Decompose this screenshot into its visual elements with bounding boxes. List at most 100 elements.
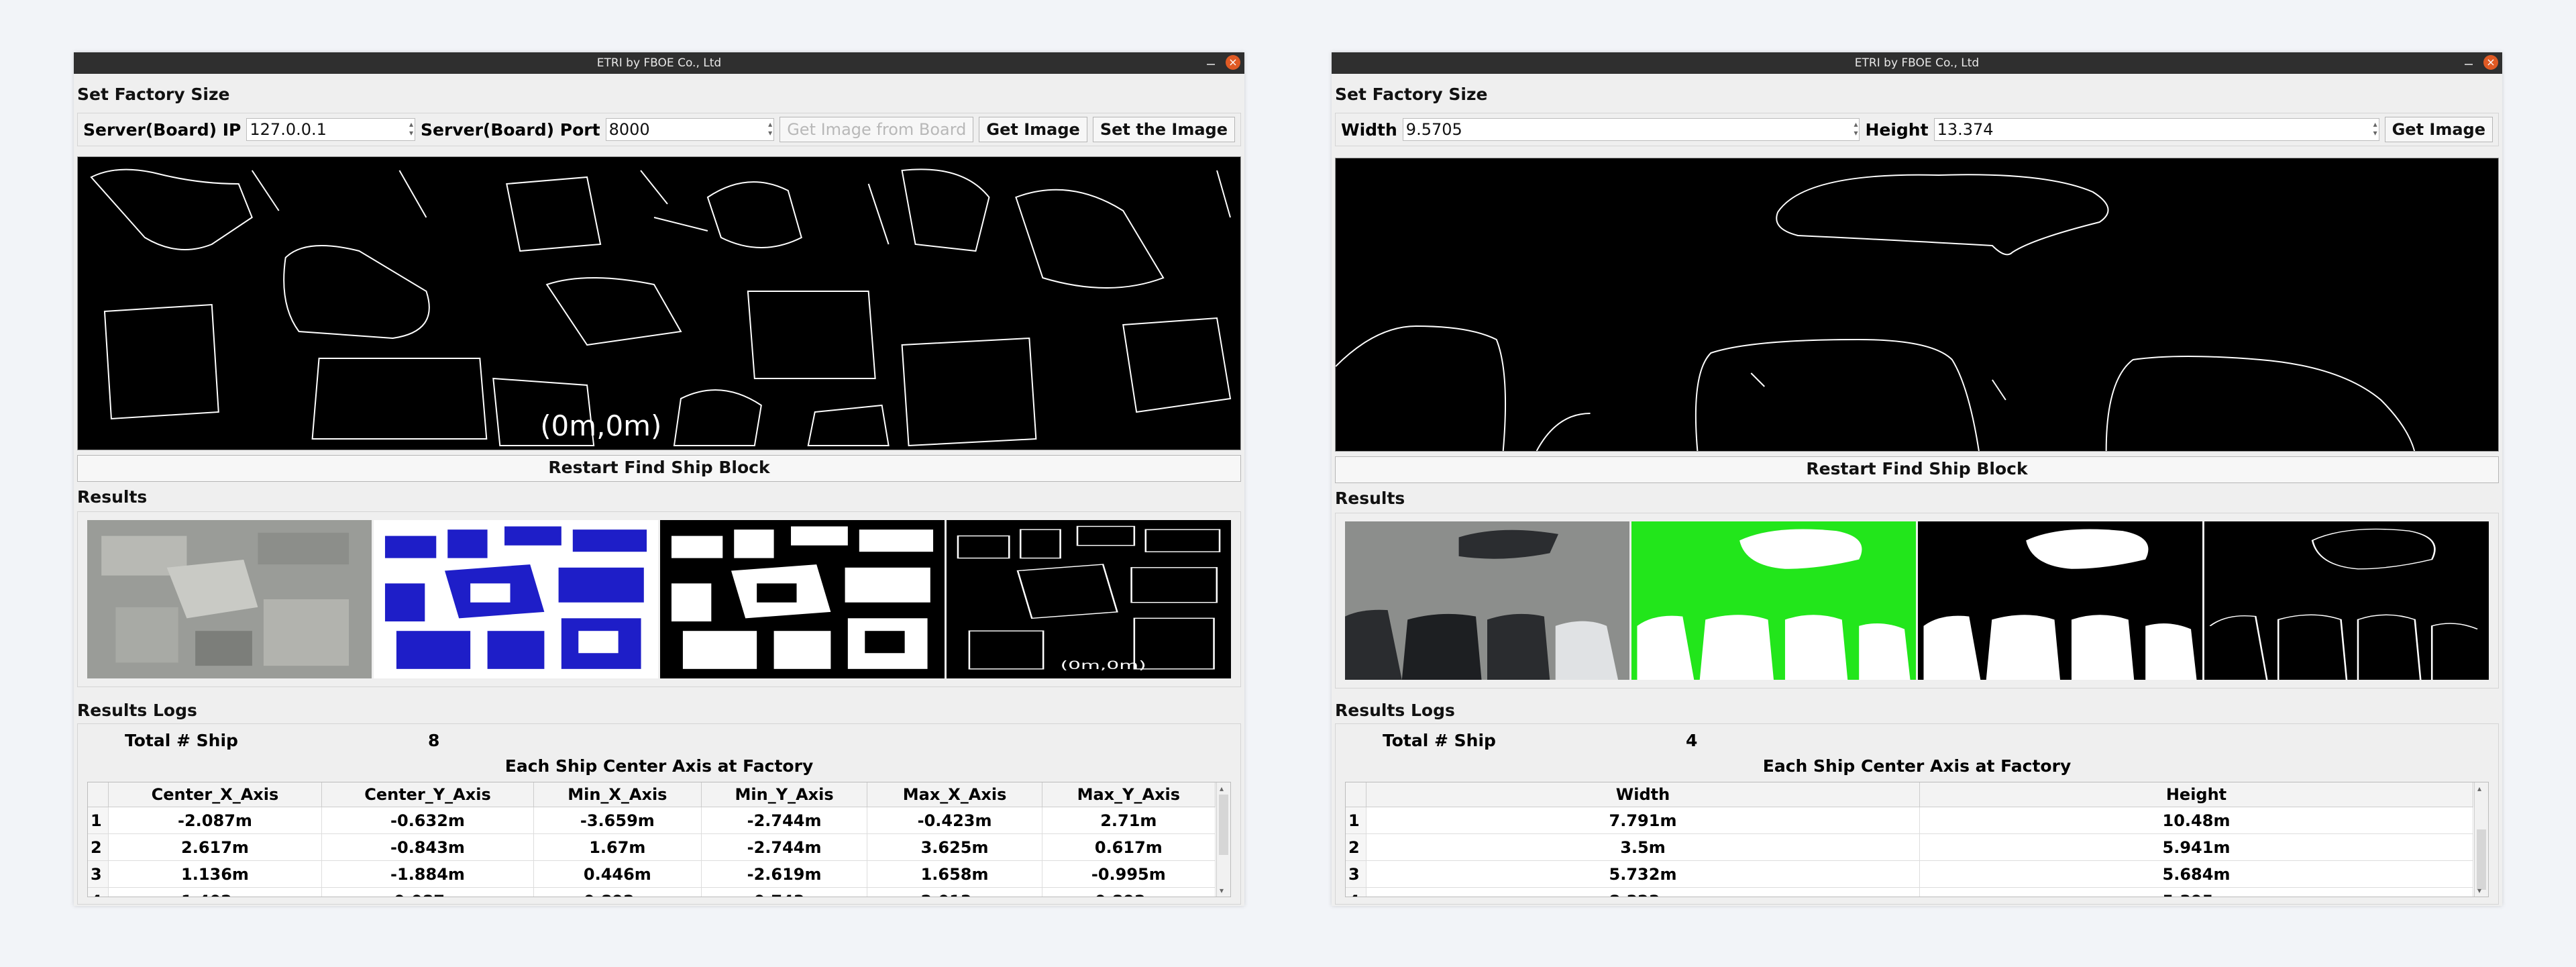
binary-mask-image [660, 520, 945, 678]
window-title: ETRI by FBOE Co., Ltd [596, 56, 722, 70]
binary-mask-thumbnail [660, 520, 945, 678]
table-cell: -2.087m [108, 807, 322, 834]
original-image-thumbnail [1345, 521, 1629, 680]
edge-thumbnail-image [2204, 521, 2489, 680]
total-ship-label: Total # Ship [1383, 731, 1496, 750]
table-row[interactable]: 4 8.323m 5.395m [1346, 887, 2473, 897]
scroll-down-icon[interactable]: ▾ [1220, 886, 1224, 895]
width-label: Width [1341, 119, 1397, 140]
get-image-from-board-button[interactable]: Get Image from Board [780, 117, 974, 142]
table-row[interactable]: 2 3.5m 5.941m [1346, 833, 2473, 861]
spin-arrows-icon[interactable]: ▴ ▾ [2373, 120, 2377, 138]
row-number-header [1346, 782, 1366, 807]
server-port-input[interactable]: 8000 ▴ ▾ [605, 118, 775, 141]
column-header[interactable]: Min_Y_Axis [701, 782, 868, 807]
close-icon[interactable]: × [1226, 55, 1240, 70]
table-row[interactable]: 2 2.617m -0.843m 1.67m -2.744m 3.625m 0.… [88, 833, 1216, 861]
table-scrollbar[interactable]: ▴ ▾ [1216, 782, 1230, 897]
row-number: 3 [88, 860, 109, 888]
row-number: 1 [1346, 807, 1366, 834]
table-cell: 2.617m [108, 833, 322, 861]
edge-image-view: (0m,0m) [77, 156, 1241, 450]
results-logs-panel: Total # Ship 4 Each Ship Center Axis at … [1335, 723, 2499, 905]
server-ip-input[interactable]: 127.0.0.1 ▴ ▾ [246, 118, 416, 141]
spin-arrows-icon[interactable]: ▴ ▾ [1854, 120, 1858, 138]
window-title: ETRI by FBOE Co., Ltd [1854, 56, 1980, 70]
results-logs-panel: Total # Ship 8 Each Ship Center Axis at … [77, 723, 1241, 905]
blue-mask-thumbnail [374, 520, 658, 678]
table-cell: 1.658m [867, 860, 1042, 888]
scroll-up-icon[interactable]: ▴ [2477, 784, 2481, 793]
column-header[interactable]: Max_X_Axis [867, 782, 1042, 807]
table-cell: -0.743m [701, 887, 868, 897]
edge-detection-image: (0m,0m) [90, 168, 1232, 447]
table-cell: 7.791m [1366, 807, 1920, 834]
set-the-image-button[interactable]: Set the Image [1092, 117, 1235, 142]
minimize-icon[interactable] [2465, 64, 2473, 65]
table-cell: -3.659m [533, 807, 702, 834]
restart-find-ship-block-button[interactable]: Restart Find Ship Block [77, 455, 1241, 482]
column-header[interactable]: Center_X_Axis [108, 782, 322, 807]
table-cell: -0.632m [321, 807, 535, 834]
results-label: Results [1335, 489, 1405, 508]
spin-arrows-icon[interactable]: ▴ ▾ [409, 120, 413, 138]
thumbnail-origin-label: (0m,0m) [1061, 659, 1146, 672]
factory-size-toolbar: Width 9.5705 ▴ ▾ Height 13.374 ▴ ▾ Get Ima… [1335, 113, 2499, 146]
table-cell: 0.892m [533, 887, 702, 897]
binary-mask-thumbnail [1918, 521, 2202, 680]
green-mask-thumbnail [1631, 521, 1916, 680]
server-ip-label: Server(Board) IP [83, 119, 241, 140]
scrollbar-thumb[interactable] [1219, 795, 1228, 855]
right-app-window: ETRI by FBOE Co., Ltd × Set Factory Size… [1332, 52, 2502, 906]
table-row[interactable]: 4 1.402m 0.087m 0.892m -0.743m 2.013m 0.… [88, 887, 1216, 897]
factory-photo-image [87, 520, 372, 678]
column-header[interactable]: Width [1366, 782, 1920, 807]
scroll-up-icon[interactable]: ▴ [1220, 784, 1224, 793]
scroll-down-icon[interactable]: ▾ [2477, 886, 2481, 895]
minimize-icon[interactable] [1207, 64, 1215, 65]
total-ship-value: 4 [1686, 731, 1698, 750]
left-app-window: ETRI by FBOE Co., Ltd × Set Factory Size… [74, 52, 1244, 906]
table-cell: 3.625m [867, 833, 1042, 861]
table-cell: 8.323m [1366, 887, 1920, 897]
table-cell: 1.136m [108, 860, 322, 888]
table-caption: Each Ship Center Axis at Factory [504, 756, 814, 776]
table-cell: -0.423m [867, 807, 1042, 834]
green-mask-image [1631, 521, 1916, 680]
results-logs-label: Results Logs [1335, 701, 1455, 720]
row-number: 3 [1346, 860, 1366, 888]
server-toolbar: Server(Board) IP 127.0.0.1 ▴ ▾ Server(Boa… [77, 113, 1241, 146]
edge-thumbnail: (0m,0m) [947, 520, 1231, 678]
table-row[interactable]: 1 -2.087m -0.632m -3.659m -2.744m -0.423… [88, 807, 1216, 834]
close-icon[interactable]: × [2483, 55, 2498, 70]
server-port-label: Server(Board) Port [421, 119, 600, 140]
table-cell: 1.67m [533, 833, 702, 861]
original-image-thumbnail [87, 520, 372, 678]
get-image-button[interactable]: Get Image [2384, 117, 2493, 142]
parking-photo-image [1345, 521, 1629, 680]
results-thumbnails [1335, 513, 2499, 689]
table-cell: -0.843m [321, 833, 535, 861]
column-header[interactable]: Center_Y_Axis [321, 782, 535, 807]
spin-arrows-icon[interactable]: ▴ ▾ [768, 120, 772, 138]
table-scrollbar[interactable]: ▴ ▾ [2474, 782, 2488, 897]
table-cell: 1.402m [108, 887, 322, 897]
table-cell: 5.732m [1366, 860, 1920, 888]
restart-find-ship-block-button[interactable]: Restart Find Ship Block [1335, 456, 2499, 483]
table-row[interactable]: 3 5.732m 5.684m [1346, 860, 2473, 888]
column-header[interactable]: Max_Y_Axis [1042, 782, 1216, 807]
total-ship-value: 8 [428, 731, 440, 750]
table-header-row: Center_X_Axis Center_Y_Axis Min_X_Axis M… [88, 782, 1216, 807]
height-input[interactable]: 13.374 ▴ ▾ [1933, 118, 2379, 141]
scrollbar-thumb[interactable] [2477, 829, 2486, 890]
get-image-button[interactable]: Get Image [979, 117, 1087, 142]
column-header[interactable]: Min_X_Axis [533, 782, 702, 807]
table-row[interactable]: 1 7.791m 10.48m [1346, 807, 2473, 834]
row-number: 4 [1346, 887, 1366, 897]
column-header[interactable]: Height [1919, 782, 2473, 807]
table-row[interactable]: 3 1.136m -1.884m 0.446m -2.619m 1.658m -… [88, 860, 1216, 888]
table-cell: 0.892m [1042, 887, 1216, 897]
table-cell: 3.5m [1366, 833, 1920, 861]
table-cell: 2.71m [1042, 807, 1216, 834]
width-input[interactable]: 9.5705 ▴ ▾ [1402, 118, 1860, 141]
